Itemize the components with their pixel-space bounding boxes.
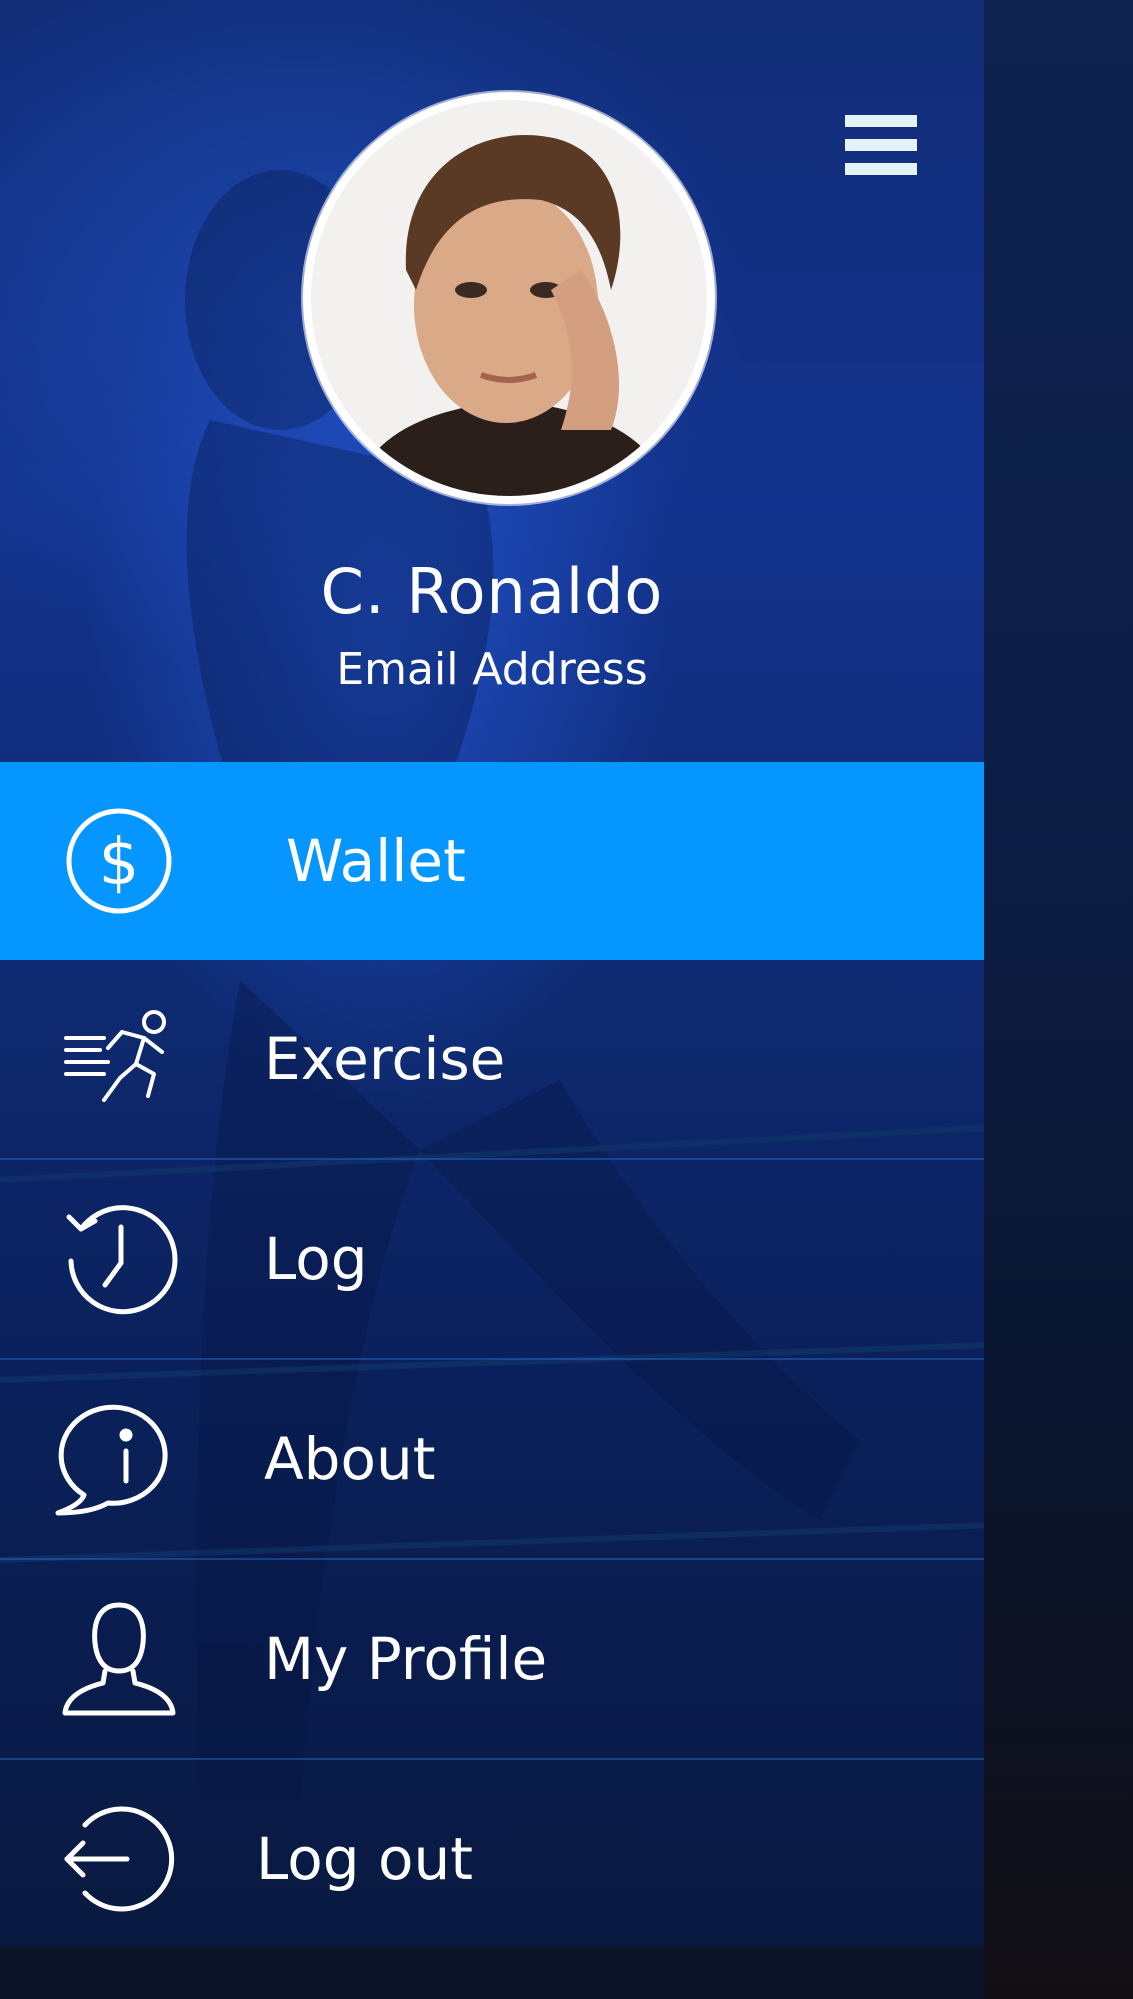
hamburger-line [845,115,917,127]
avatar-portrait-image [311,100,707,496]
user-email: Email Address [336,644,648,695]
menu-item-log[interactable]: Log [0,1160,984,1360]
menu-item-log-out[interactable]: Log out [0,1760,984,1958]
menu-item-my-profile[interactable]: My Profile [0,1560,984,1760]
info-speech-bubble-icon [54,1399,184,1519]
menu-item-exercise[interactable]: Exercise [0,960,984,1160]
history-clock-icon [54,1199,184,1319]
menu-item-label: Log out [256,1825,474,1893]
user-name: C. Ronaldo [320,555,664,628]
dollar-circle-icon: $ [54,801,184,921]
drawer-menu: $ Wallet Exercise Log About My Profile L… [0,762,984,1958]
user-outline-icon [54,1599,184,1719]
menu-item-wallet[interactable]: $ Wallet [0,762,984,960]
menu-item-label: Log [264,1225,368,1293]
svg-text:$: $ [99,826,140,900]
menu-item-label: Exercise [264,1025,506,1093]
menu-item-label: Wallet [286,827,466,895]
running-man-icon [54,999,184,1119]
background-side-panel [984,0,1133,1999]
avatar[interactable] [303,92,715,504]
logout-arrow-circle-icon [54,1799,184,1919]
menu-item-about[interactable]: About [0,1360,984,1560]
hamburger-line [845,163,917,175]
hamburger-line [845,139,917,151]
menu-item-label: My Profile [264,1625,548,1693]
menu-item-label: About [264,1425,436,1493]
hamburger-menu-icon[interactable] [845,115,917,175]
